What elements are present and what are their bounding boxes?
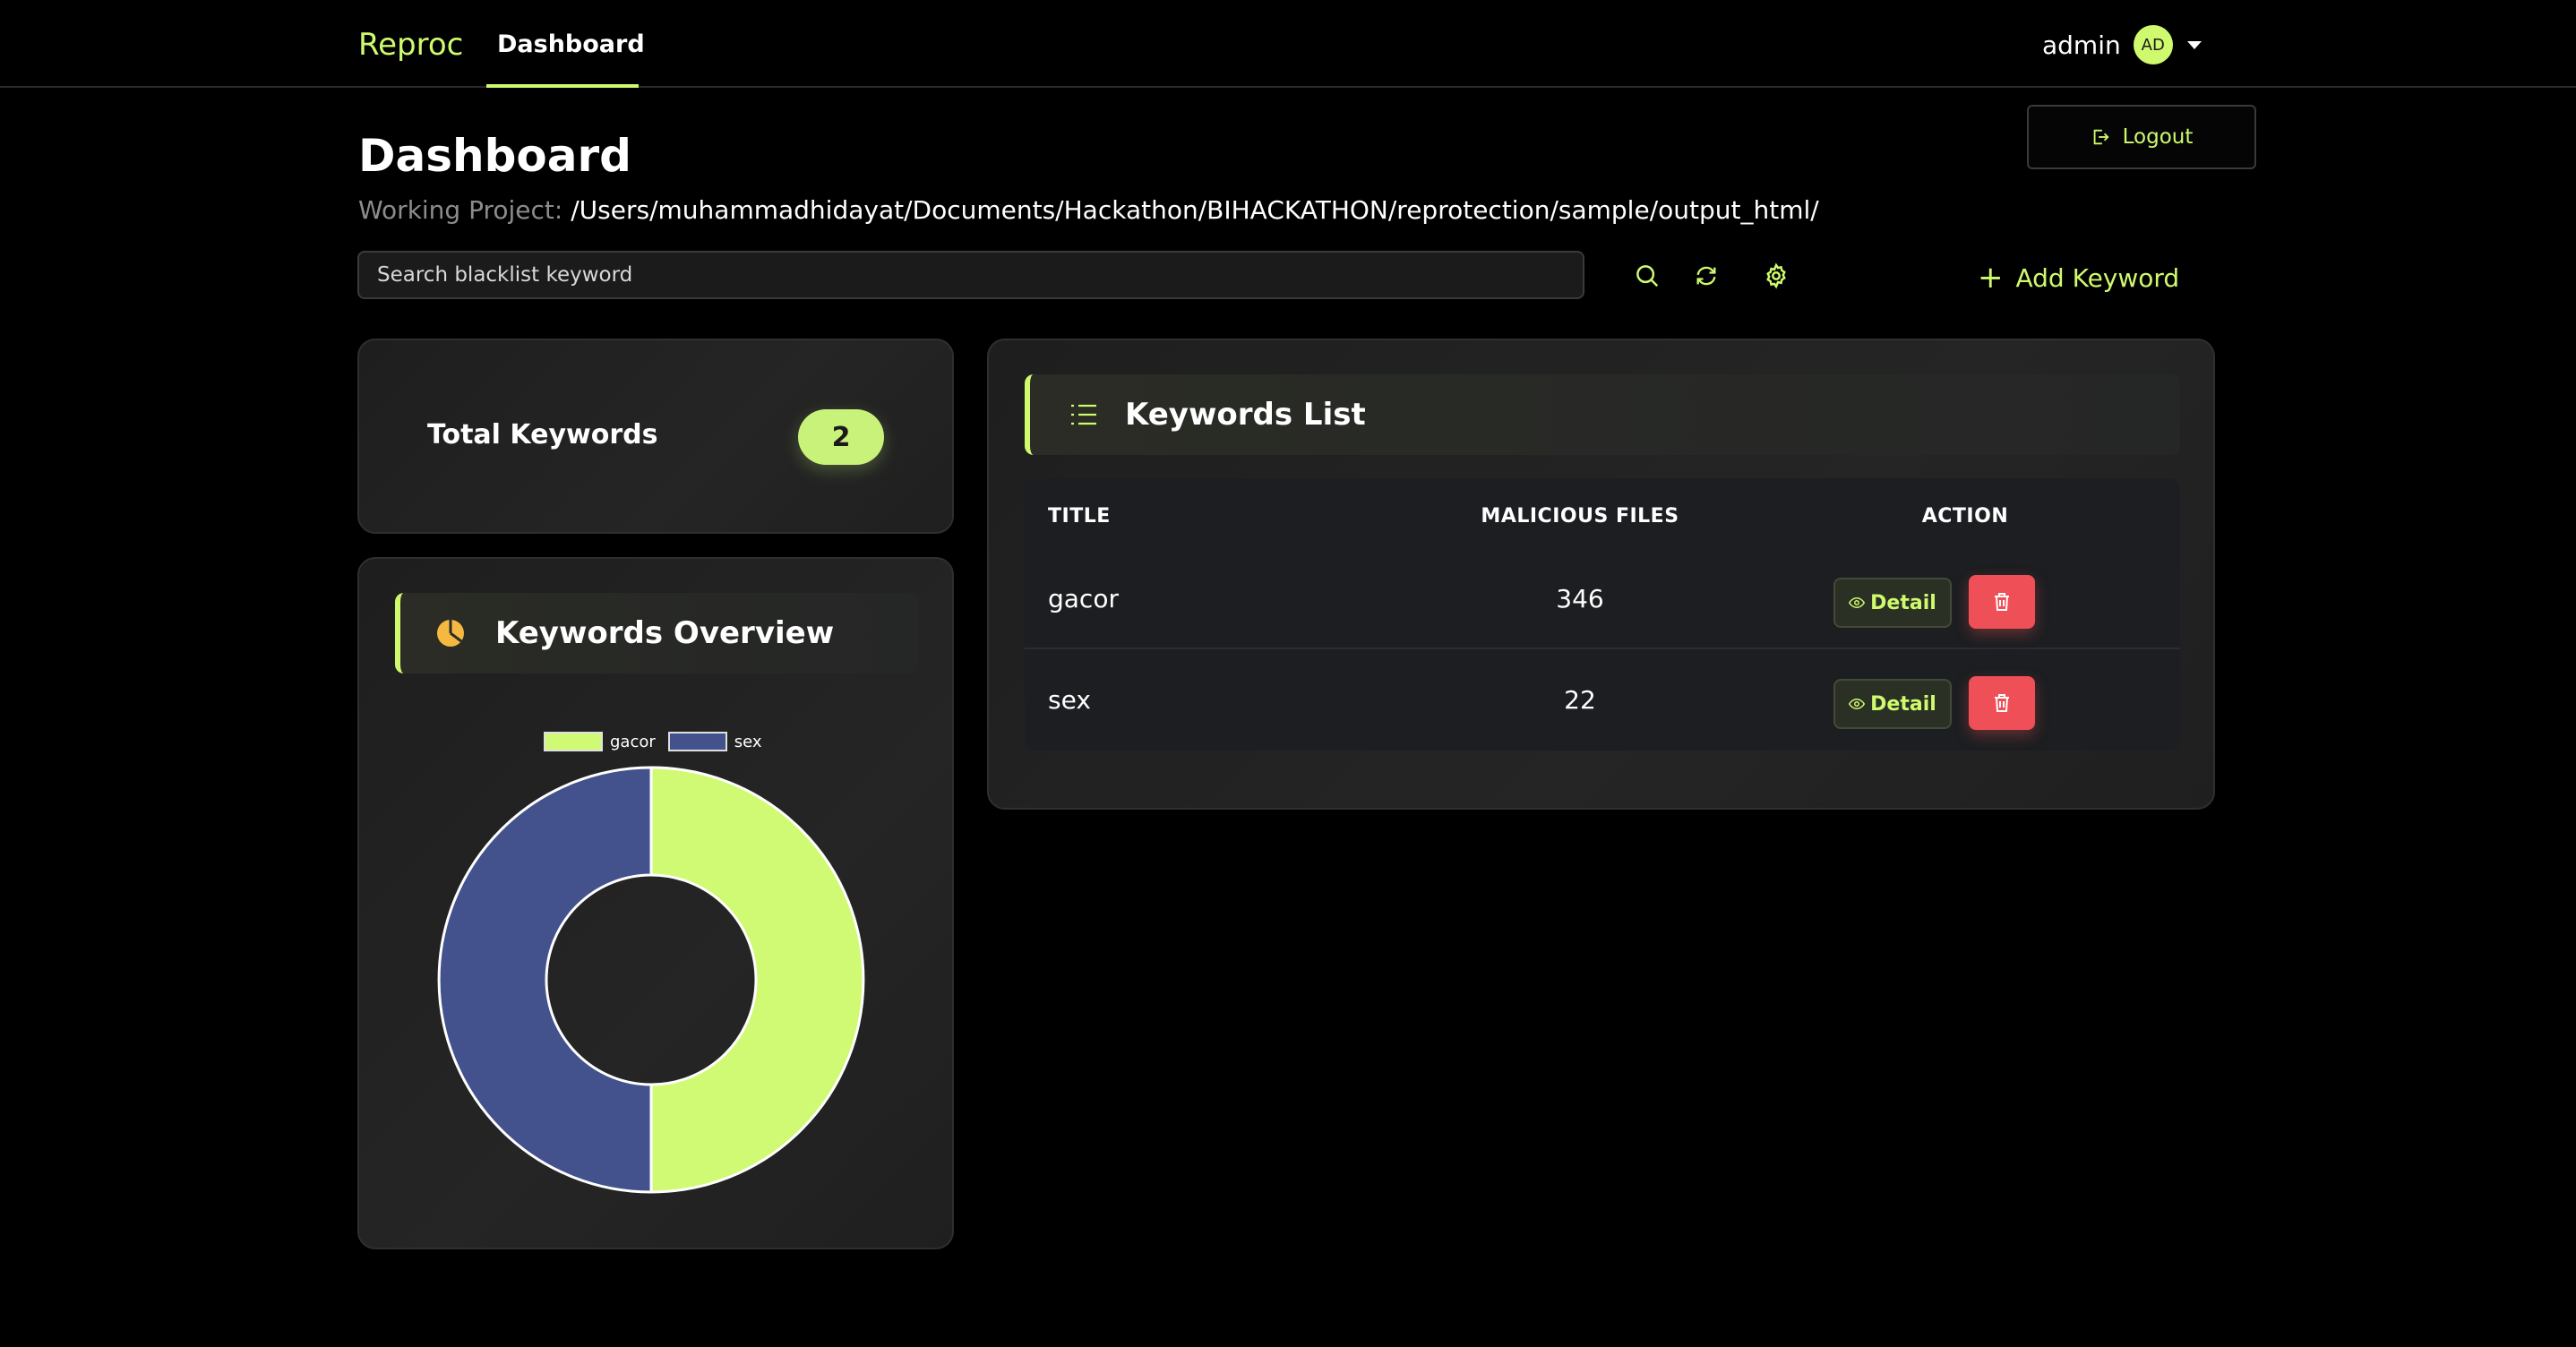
gear-icon[interactable]	[1761, 261, 1791, 291]
keywords-table: TITLE MALICIOUS FILES ACTION gacor 346 D…	[1025, 478, 2180, 751]
trash-icon	[1995, 593, 2009, 611]
donut-slice-gacor[interactable]	[649, 766, 865, 1194]
working-project: Working Project: /Users/muhammadhidayat/…	[358, 195, 1819, 225]
legend-label-gacor: gacor	[610, 732, 656, 751]
add-keyword-button[interactable]: + Add Keyword	[1978, 260, 2179, 296]
legend-item-gacor[interactable]: gacor	[544, 732, 656, 751]
plus-icon: +	[1978, 260, 2004, 296]
legend-swatch-sex	[667, 732, 727, 751]
table-row: sex 22 Detail	[1025, 651, 2180, 751]
keywords-list-header: Keywords List	[1025, 374, 2180, 455]
logout-button[interactable]: Logout	[2027, 105, 2256, 169]
search-input[interactable]	[357, 251, 1584, 299]
detail-label: Detail	[1870, 591, 1936, 614]
total-keywords-card: Total Keywords 2	[357, 339, 954, 534]
legend-item-sex[interactable]: sex	[667, 732, 762, 751]
column-header-action: ACTION	[1921, 505, 2009, 528]
detail-button[interactable]: Detail	[1833, 578, 1952, 628]
search-icon[interactable]	[1632, 261, 1662, 291]
project-label: Working Project:	[358, 195, 563, 225]
pie-chart-icon	[437, 620, 464, 647]
list-icon	[1071, 404, 1096, 425]
tab-dashboard[interactable]: Dashboard	[486, 0, 645, 88]
keyword-title: gacor	[1048, 584, 1119, 613]
keywords-list-card: Keywords List TITLE MALICIOUS FILES ACTI…	[987, 339, 2215, 810]
detail-button[interactable]: Detail	[1833, 679, 1952, 729]
page-title: Dashboard	[358, 130, 631, 182]
keywords-donut-chart	[437, 766, 865, 1194]
tab-dashboard-label: Dashboard	[497, 30, 645, 58]
avatar: AD	[2133, 25, 2173, 64]
total-keywords-badge: 2	[798, 409, 884, 465]
chevron-down-icon[interactable]	[2186, 40, 2202, 49]
user-name: admin	[2042, 30, 2121, 60]
keyword-title: sex	[1048, 685, 1091, 715]
add-keyword-label: Add Keyword	[2015, 262, 2180, 293]
legend-swatch-gacor	[544, 732, 603, 751]
project-path: /Users/muhammadhidayat/Documents/Hackath…	[571, 195, 1819, 225]
user-menu[interactable]: admin AD	[2042, 23, 2202, 66]
eye-icon	[1849, 596, 1866, 609]
top-nav: Reproc Dashboard admin AD	[0, 0, 2576, 88]
legend-label-sex: sex	[734, 732, 762, 751]
malicious-files-count: 22	[1564, 685, 1596, 715]
trash-icon	[1995, 694, 2009, 712]
total-keywords-label: Total Keywords	[427, 419, 658, 450]
table-row: gacor 346 Detail	[1025, 550, 2180, 649]
delete-button[interactable]	[1969, 575, 2035, 629]
keywords-overview-header: Keywords Overview	[395, 593, 918, 674]
detail-label: Detail	[1870, 692, 1936, 716]
logout-label: Logout	[2122, 125, 2194, 149]
brand-logo[interactable]: Reproc	[358, 27, 463, 63]
delete-button[interactable]	[1969, 676, 2035, 730]
column-header-malicious-files: MALICIOUS FILES	[1481, 505, 1679, 528]
keywords-overview-card: Keywords Overview gacor sex	[357, 557, 954, 1249]
refresh-icon[interactable]	[1691, 261, 1722, 291]
column-header-title: TITLE	[1048, 505, 1111, 528]
chart-legend: gacor sex	[544, 732, 775, 751]
malicious-files-count: 346	[1556, 584, 1604, 613]
eye-icon	[1849, 698, 1866, 710]
donut-slice-sex[interactable]	[437, 766, 653, 1194]
keywords-list-title: Keywords List	[1125, 397, 1366, 433]
logout-icon	[2093, 129, 2109, 145]
keywords-overview-title: Keywords Overview	[495, 615, 835, 651]
